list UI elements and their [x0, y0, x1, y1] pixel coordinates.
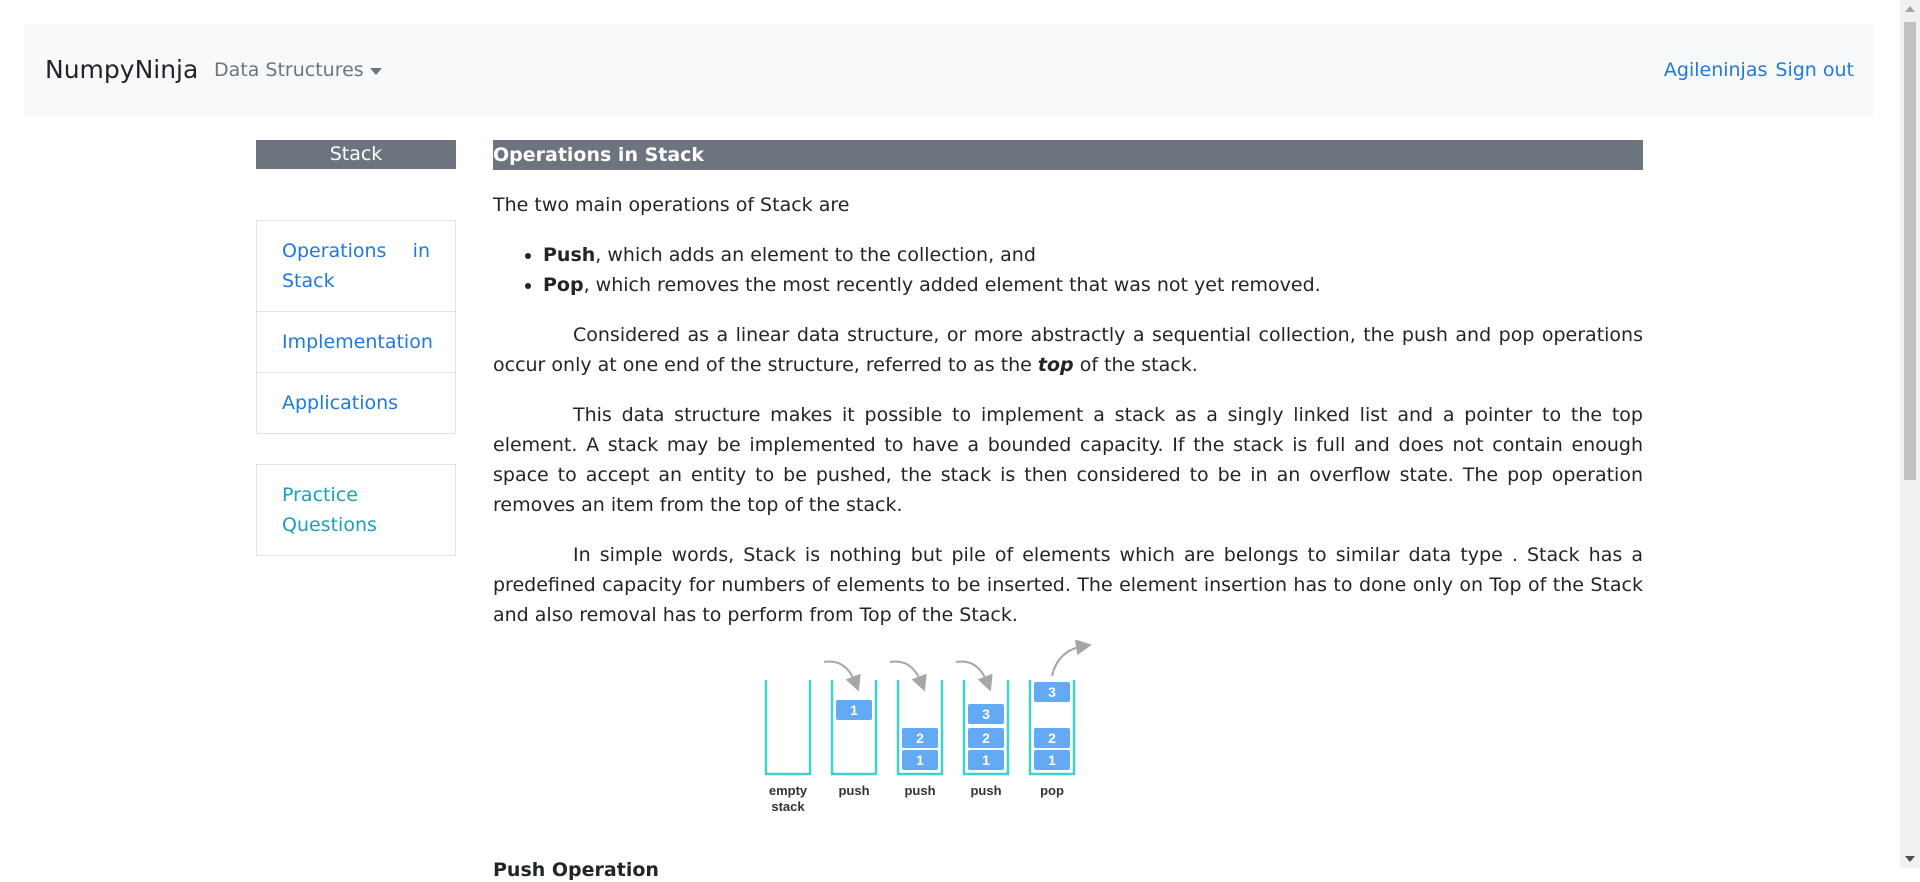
- push-arrow-icon: [955, 660, 993, 692]
- main-content: Operations in Stack The two main operati…: [493, 140, 1643, 630]
- term-pop: Pop: [543, 274, 584, 296]
- desc-pop: , which removes the most recently added …: [583, 274, 1321, 296]
- paragraph-3: In simple words, Stack is nothing but pi…: [493, 544, 1643, 626]
- user-links: Agileninjas Sign out: [1664, 58, 1854, 82]
- vertical-scrollbar[interactable]: [1900, 0, 1920, 868]
- practice-questions-link[interactable]: Practice Questions: [256, 464, 456, 556]
- diagram-label-push: push: [970, 783, 1001, 798]
- pop-arrow-icon: [1051, 640, 1092, 677]
- desc-push: , which adds an element to the collectio…: [595, 244, 1036, 266]
- stack-container-push1: [830, 680, 878, 776]
- navbar: NumpyNinja Data Structures Agileninjas S…: [24, 24, 1874, 116]
- term-push: Push: [543, 244, 596, 266]
- practice-label-line2: Questions: [282, 514, 377, 536]
- sidebar-item-applications[interactable]: Applications: [257, 373, 455, 433]
- paragraph-2: This data structure makes it possible to…: [493, 404, 1643, 516]
- stack-element-label: 2: [1048, 730, 1056, 746]
- stack-container-empty: [764, 680, 812, 776]
- sidebar-item-label: Implementation: [282, 331, 433, 353]
- section-heading-push-operation: Push Operation: [493, 859, 659, 881]
- page-title: Operations in Stack: [493, 140, 1643, 170]
- data-structures-dropdown[interactable]: Data Structures: [214, 58, 382, 82]
- diagram-label-pop: pop: [1040, 783, 1064, 798]
- list-item: Pop, which removes the most recently add…: [543, 270, 1643, 300]
- stack-element-label: 1: [982, 752, 990, 768]
- paragraph-1: Considered as a linear data structure, o…: [493, 320, 1643, 380]
- emphasis-top: top: [1037, 354, 1074, 376]
- stack-element-label: 1: [916, 752, 924, 768]
- diagram-label-push: push: [904, 783, 935, 798]
- stack-operations-diagram: 1 2 1 3 2 1 3 2 1 empty stack push push …: [764, 640, 1092, 814]
- diagram-label-stack: stack: [771, 799, 805, 814]
- paragraph-1-tail: of the stack.: [1073, 354, 1198, 376]
- signout-link[interactable]: Sign out: [1775, 58, 1854, 82]
- sidebar-item-label: in: [412, 240, 430, 262]
- brand-logo[interactable]: NumpyNinja: [45, 55, 198, 85]
- sidebar-item-label: Stack: [282, 270, 335, 292]
- stack-element-label: 1: [1048, 752, 1056, 768]
- push-arrow-icon: [889, 660, 927, 692]
- sidebar-title: Stack: [256, 140, 456, 169]
- stack-element-label: 3: [1048, 684, 1056, 700]
- scrollbar-thumb[interactable]: [1904, 22, 1916, 480]
- practice-label-line1: Practice: [282, 484, 358, 506]
- list-item: Push, which adds an element to the colle…: [543, 240, 1643, 270]
- sidebar-item-label: Applications: [282, 392, 399, 414]
- scroll-down-arrow-icon[interactable]: [1905, 856, 1915, 862]
- sidebar-topic-list: Operations in Stack Implementation Appli…: [256, 220, 456, 434]
- stack-element-label: 1: [850, 702, 858, 718]
- stack-element-label: 2: [916, 730, 924, 746]
- dropdown-label: Data Structures: [214, 59, 364, 81]
- stack-element-label: 2: [982, 730, 990, 746]
- sidebar-item-label: Operations: [282, 240, 387, 262]
- username-link[interactable]: Agileninjas: [1664, 58, 1768, 82]
- diagram-label-empty: empty: [769, 783, 808, 798]
- caret-down-icon: [369, 67, 382, 75]
- intro-text: The two main operations of Stack are: [493, 194, 850, 216]
- operations-list: Push, which adds an element to the colle…: [493, 240, 1643, 300]
- diagram-label-push: push: [838, 783, 869, 798]
- stack-element-label: 3: [982, 706, 990, 722]
- push-arrow-icon: [823, 660, 861, 692]
- scroll-up-arrow-icon[interactable]: [1905, 6, 1915, 12]
- sidebar-item-operations-in-stack[interactable]: Operations in Stack: [257, 221, 455, 312]
- sidebar-item-implementation[interactable]: Implementation: [257, 312, 455, 373]
